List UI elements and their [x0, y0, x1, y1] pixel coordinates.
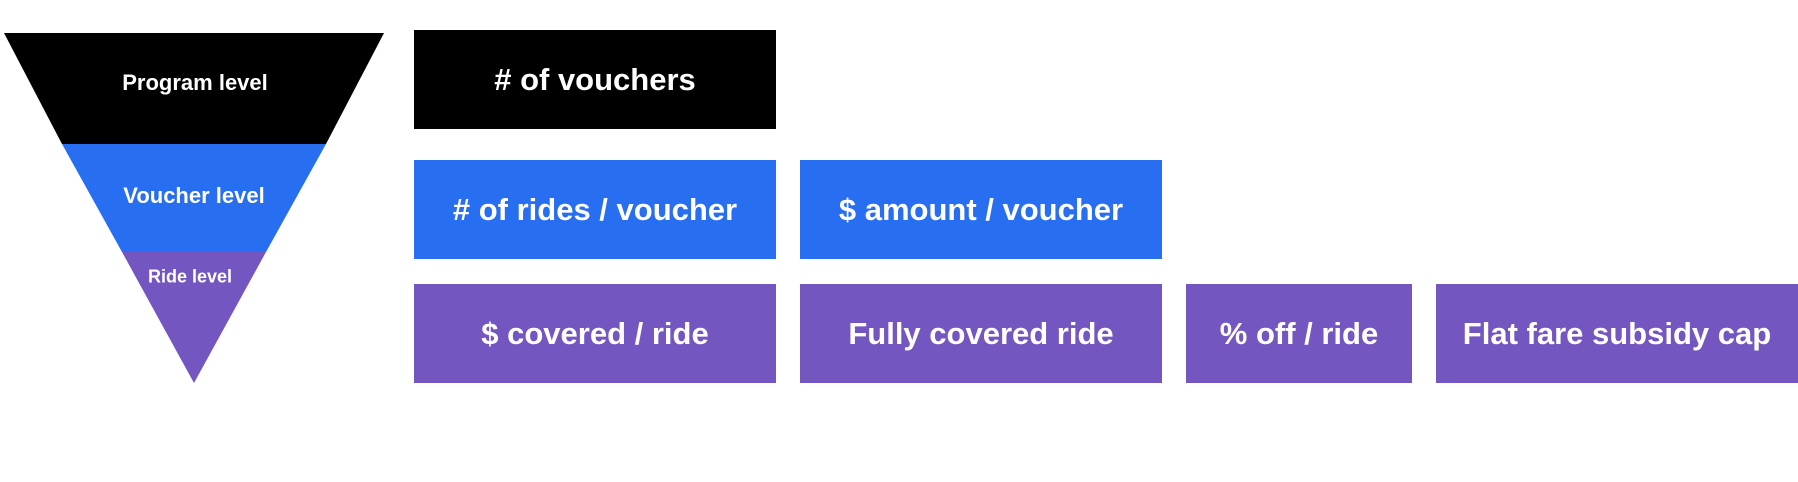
funnel-label-program: Program level — [122, 70, 268, 95]
funnel-label-voucher: Voucher level — [123, 183, 265, 208]
box-percent-off-per-ride: % off / ride — [1186, 284, 1412, 383]
box-amount-per-voucher: $ amount / voucher — [800, 160, 1162, 259]
box-fully-covered-ride: Fully covered ride — [800, 284, 1162, 383]
box-rides-per-voucher: # of rides / voucher — [414, 160, 776, 259]
level-funnel: Program level Voucher level Ride level — [0, 0, 400, 400]
funnel-label-ride: Ride level — [147, 266, 233, 287]
box-number-of-vouchers: # of vouchers — [414, 30, 776, 129]
box-flat-fare-subsidy-cap: Flat fare subsidy cap — [1436, 284, 1798, 383]
box-covered-per-ride: $ covered / ride — [414, 284, 776, 383]
